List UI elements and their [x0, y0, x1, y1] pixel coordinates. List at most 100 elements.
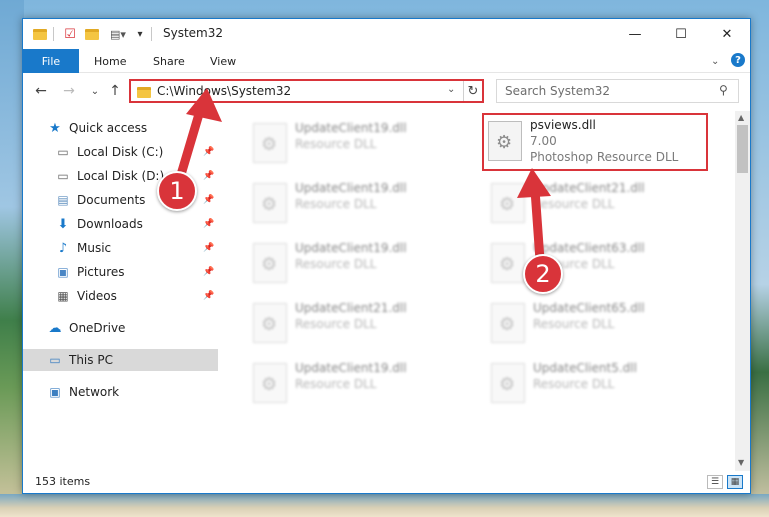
details-view-icon[interactable]: ☰ [707, 475, 723, 489]
tab-view[interactable]: View [210, 49, 236, 73]
file-item[interactable]: UpdateClient19.dll Resource DLL [243, 235, 473, 291]
highlighted-file-psviews[interactable]: psviews.dll 7.00 Photoshop Resource DLL [482, 113, 708, 171]
tab-share[interactable]: Share [153, 49, 185, 73]
sidebar-item-quick-access[interactable]: ★ Quick access [23, 117, 218, 139]
dll-file-icon [491, 363, 525, 403]
refresh-icon[interactable]: ↻ [463, 81, 482, 101]
desktop-wallpaper-bottom [0, 494, 769, 517]
sidebar-item-label: OneDrive [69, 321, 126, 335]
file-version: 7.00 [530, 134, 557, 148]
desktop-wallpaper-right [750, 0, 769, 517]
file-name: UpdateClient19.dll [295, 241, 407, 255]
back-arrow-icon[interactable]: ← [31, 81, 51, 101]
step-1-badge: 1 [157, 171, 197, 211]
file-type: Resource DLL [295, 137, 377, 151]
file-name: UpdateClient21.dll [295, 301, 407, 315]
tab-file[interactable]: File [23, 49, 79, 73]
file-name: UpdateClient19.dll [295, 361, 407, 375]
tab-home[interactable]: Home [94, 49, 126, 73]
file-item[interactable]: UpdateClient5.dll Resource DLL [481, 355, 711, 411]
sidebar-item-label: Quick access [69, 121, 148, 135]
search-icon[interactable]: ⚲ [719, 83, 728, 97]
recent-locations-icon[interactable]: ⌄ [85, 81, 105, 101]
search-input[interactable]: Search System32 ⚲ [496, 79, 739, 103]
file-item[interactable]: UpdateClient21.dll Resource DLL [481, 175, 711, 231]
desktop-wallpaper-left [0, 0, 24, 517]
navigation-bar: ← → ⌄ ↑ C:\Windows\System32 ⌄ ↻ Search S… [23, 75, 750, 107]
sidebar-item-label: Network [69, 385, 120, 399]
dll-file-icon [253, 303, 287, 343]
divider [151, 27, 152, 41]
scroll-up-icon[interactable]: ▲ [738, 113, 744, 122]
pictures-icon: ▣ [57, 265, 69, 279]
customize-toolbar-icon[interactable]: ▤▾ [105, 25, 131, 43]
pin-icon[interactable]: 📌 [203, 171, 214, 181]
address-bar[interactable]: C:\Windows\System32 ⌄ ↻ [129, 79, 484, 103]
file-name: UpdateClient5.dll [533, 361, 637, 375]
pin-icon[interactable]: 📌 [203, 243, 214, 253]
pin-icon[interactable]: 📌 [203, 147, 214, 157]
sidebar-item-downloads[interactable]: ⬇ Downloads 📌 [23, 213, 218, 235]
window-title: System32 [163, 26, 224, 40]
properties-check-icon[interactable]: ☑ [61, 25, 79, 43]
folder-icon [137, 87, 151, 98]
file-item[interactable]: UpdateClient65.dll Resource DLL [481, 295, 711, 351]
dll-file-icon [488, 121, 522, 161]
sidebar-item-music[interactable]: ♪ Music 📌 [23, 237, 218, 259]
file-item[interactable]: UpdateClient63.dll Resource DLL [481, 235, 711, 291]
expand-ribbon-icon[interactable]: ⌄ [711, 56, 719, 67]
sidebar-item-label: Local Disk (D:) [77, 169, 165, 183]
close-button[interactable]: ✕ [704, 19, 750, 49]
pin-icon[interactable]: 📌 [203, 291, 214, 301]
file-item[interactable]: UpdateClient19.dll Resource DLL [243, 355, 473, 411]
minimize-button[interactable]: — [612, 19, 658, 49]
file-name: UpdateClient65.dll [533, 301, 645, 315]
tiles-view-icon[interactable]: ▦ [727, 475, 743, 489]
step-2-badge: 2 [523, 254, 563, 294]
folder-icon [31, 25, 49, 43]
vertical-scrollbar[interactable]: ▲ ▼ [735, 111, 750, 471]
new-folder-icon[interactable] [83, 25, 101, 43]
file-explorer-window: ☑ ▤▾ ▾ System32 — ☐ ✕ File Home Share Vi… [22, 18, 751, 494]
dll-file-icon [253, 363, 287, 403]
drive-icon: ▭ [57, 145, 69, 159]
scrollbar-thumb[interactable] [737, 125, 748, 173]
file-item[interactable]: UpdateClient21.dll Resource DLL [243, 295, 473, 351]
sidebar-item-label: Documents [77, 193, 146, 207]
pin-icon[interactable]: 📌 [203, 195, 214, 205]
dll-file-icon [253, 243, 287, 283]
maximize-button[interactable]: ☐ [658, 19, 704, 49]
file-item[interactable]: UpdateClient19.dll Resource DLL [243, 175, 473, 231]
quick-access-dropdown-icon[interactable]: ▾ [133, 25, 147, 43]
file-type: Resource DLL [533, 197, 615, 211]
dll-file-icon [491, 303, 525, 343]
scroll-down-icon[interactable]: ▼ [738, 458, 744, 467]
address-path[interactable]: C:\Windows\System32 [157, 84, 291, 98]
file-item[interactable]: UpdateClient19.dll Resource DLL [243, 115, 473, 171]
sidebar-item-network[interactable]: ▣ Network [23, 381, 218, 403]
file-name: UpdateClient19.dll [295, 121, 407, 135]
sidebar-item-videos[interactable]: ▦ Videos 📌 [23, 285, 218, 307]
sidebar-item-label: Videos [77, 289, 117, 303]
pin-icon[interactable]: 📌 [203, 267, 214, 277]
forward-arrow-icon[interactable]: → [59, 81, 79, 101]
sidebar-item-this-pc[interactable]: ▭ This PC [23, 349, 218, 371]
up-arrow-icon[interactable]: ↑ [105, 81, 125, 101]
help-icon[interactable]: ? [731, 53, 745, 67]
file-type: Resource DLL [533, 377, 615, 391]
documents-icon: ▤ [57, 193, 69, 207]
pin-icon[interactable]: 📌 [203, 219, 214, 229]
file-type: Resource DLL [295, 197, 377, 211]
ribbon-tabs: File Home Share View ⌄ ? [23, 49, 750, 73]
title-bar: ☑ ▤▾ ▾ System32 — ☐ ✕ [23, 19, 750, 49]
sidebar-item-onedrive[interactable]: ☁ OneDrive [23, 317, 218, 339]
search-placeholder: Search System32 [505, 84, 611, 98]
file-type: Resource DLL [295, 377, 377, 391]
sidebar-item-local-disk-c[interactable]: ▭ Local Disk (C:) 📌 [23, 141, 218, 163]
dll-file-icon [491, 243, 525, 283]
download-arrow-icon: ⬇ [57, 216, 69, 232]
file-name: UpdateClient63.dll [533, 241, 645, 255]
sidebar-item-label: This PC [69, 353, 113, 367]
sidebar-item-pictures[interactable]: ▣ Pictures 📌 [23, 261, 218, 283]
address-dropdown-icon[interactable]: ⌄ [447, 84, 455, 95]
